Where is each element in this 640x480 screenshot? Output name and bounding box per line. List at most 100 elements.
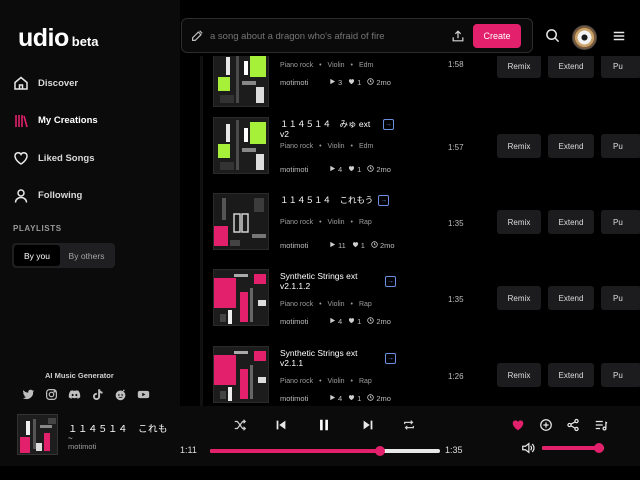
open-arrow-icon[interactable]: → <box>385 276 396 287</box>
play-count: 4 <box>329 165 342 174</box>
clock-icon <box>371 241 378 250</box>
song-title[interactable]: １１４５１４ みゅ ext v2 <box>280 119 380 139</box>
song-tag[interactable]: Piano rock <box>280 143 313 150</box>
publish-button[interactable]: Pu <box>601 210 640 234</box>
volume-fill <box>542 446 600 450</box>
song-artwork[interactable] <box>213 117 269 174</box>
remix-button[interactable]: Remix <box>497 286 541 310</box>
song-tag[interactable]: Piano rock <box>280 378 313 385</box>
publish-button[interactable]: Pu <box>601 286 640 310</box>
open-arrow-icon[interactable]: → <box>378 195 390 206</box>
song-author[interactable]: motimoti <box>280 394 325 403</box>
udio-logo[interactable]: udio beta <box>18 24 99 53</box>
song-author[interactable]: motimoti <box>280 165 325 174</box>
extend-button[interactable]: Extend <box>548 286 594 310</box>
remix-button[interactable]: Remix <box>497 210 541 234</box>
song-artwork[interactable] <box>213 346 269 403</box>
now-playing-title[interactable]: １１４５１４ これも <box>68 421 168 435</box>
playlists-by-others-tab[interactable]: By others <box>60 245 113 266</box>
song-tag[interactable]: Piano rock <box>280 219 313 226</box>
next-button[interactable] <box>361 418 375 432</box>
plus-circle-icon <box>540 419 552 431</box>
repeat-button[interactable] <box>402 418 416 432</box>
volume-handle[interactable] <box>594 443 605 453</box>
song-row[interactable]: Piano rock • Violin • Edm motimoti 3 1 2mo 1:58 Re… <box>213 56 640 110</box>
song-tag[interactable]: Edm <box>359 143 373 150</box>
sidebar-item-following[interactable]: Following <box>13 185 173 207</box>
twitter-icon[interactable] <box>22 388 35 401</box>
extend-button[interactable]: Extend <box>548 363 594 387</box>
progress-fill <box>210 449 381 453</box>
tiktok-icon[interactable] <box>91 388 104 401</box>
song-tag[interactable]: Piano rock <box>280 301 313 308</box>
add-to-playlist-button[interactable] <box>539 418 553 432</box>
song-row[interactable]: １１４５１４ これもう → Piano rock • Violin • Rap motimot… <box>213 193 640 253</box>
hamburger-menu-icon[interactable] <box>612 29 626 43</box>
like-count: 1 <box>348 317 361 326</box>
like-count: 1 <box>348 165 361 174</box>
previous-button[interactable] <box>274 418 288 432</box>
reddit-icon[interactable] <box>114 388 127 401</box>
prompt-input[interactable] <box>210 27 450 45</box>
song-tags: Piano rock • Violin • Rap <box>280 378 372 385</box>
remix-button[interactable]: Remix <box>497 134 541 158</box>
extend-button[interactable]: Extend <box>548 134 594 158</box>
like-button[interactable] <box>511 418 525 432</box>
open-arrow-icon[interactable]: → <box>385 353 396 364</box>
song-row[interactable]: １１４５１４ みゅ ext v2 → Piano rock • Violin • Edm mo… <box>213 117 640 177</box>
song-row[interactable]: Synthetic Strings ext v2.1.1.2 → Piano roc… <box>213 269 640 329</box>
song-title[interactable]: １１４５１４ これもう <box>280 195 380 205</box>
volume-slider[interactable] <box>542 443 605 453</box>
share-button[interactable] <box>566 418 580 432</box>
sidebar: udio beta Discover My Creations Liked So… <box>0 0 180 406</box>
sidebar-item-liked-songs[interactable]: Liked Songs <box>13 147 173 169</box>
like-count-value: 1 <box>357 78 362 87</box>
avatar[interactable] <box>572 25 597 50</box>
discord-icon[interactable] <box>68 388 81 401</box>
volume-icon[interactable] <box>521 441 535 455</box>
publish-button[interactable]: Pu <box>601 363 640 387</box>
instagram-icon[interactable] <box>45 388 58 401</box>
song-tag[interactable]: Rap <box>359 219 372 226</box>
song-tag[interactable]: Rap <box>359 301 372 308</box>
song-artwork[interactable] <box>213 193 269 250</box>
create-button[interactable]: Create <box>473 24 521 48</box>
search-icon[interactable] <box>545 28 560 43</box>
now-playing-artist[interactable]: motimoti <box>68 442 96 451</box>
song-tag[interactable]: Violin <box>328 378 345 385</box>
playlists-by-you-tab[interactable]: By you <box>14 245 60 266</box>
extend-button[interactable]: Extend <box>548 210 594 234</box>
song-tag[interactable]: Violin <box>328 143 345 150</box>
publish-button[interactable]: Pu <box>601 134 640 158</box>
now-playing-artwork[interactable] <box>17 414 58 455</box>
song-tag[interactable]: Violin <box>328 62 345 69</box>
remix-button[interactable]: Remix <box>497 363 541 387</box>
upload-icon[interactable] <box>451 29 465 43</box>
sidebar-item-label: My Creations <box>38 115 98 126</box>
sidebar-item-discover[interactable]: Discover <box>13 72 173 94</box>
song-author[interactable]: motimoti <box>280 78 325 87</box>
youtube-icon[interactable] <box>137 388 150 401</box>
remix-button[interactable]: Remix <box>497 56 541 78</box>
shuffle-button[interactable] <box>233 418 247 432</box>
song-row[interactable]: Synthetic Strings ext v2.1.1 → Piano rock •… <box>213 346 640 406</box>
song-tag[interactable]: Rap <box>359 378 372 385</box>
song-artwork[interactable] <box>213 269 269 326</box>
song-tag[interactable]: Violin <box>328 219 345 226</box>
sidebar-item-my-creations[interactable]: My Creations <box>13 110 173 132</box>
queue-button[interactable] <box>594 418 608 432</box>
open-arrow-icon[interactable]: → <box>383 119 394 130</box>
song-artwork[interactable] <box>213 56 269 107</box>
song-author[interactable]: motimoti <box>280 317 325 326</box>
song-tag[interactable]: Violin <box>328 301 345 308</box>
song-author[interactable]: motimoti <box>280 241 325 250</box>
progress-bar[interactable] <box>210 446 440 456</box>
song-title[interactable]: Synthetic Strings ext v2.1.1 <box>280 348 380 368</box>
song-title[interactable]: Synthetic Strings ext v2.1.1.2 <box>280 271 380 291</box>
progress-handle[interactable] <box>375 446 386 456</box>
pause-button[interactable] <box>317 418 331 432</box>
song-tag[interactable]: Piano rock <box>280 62 313 69</box>
publish-button[interactable]: Pu <box>601 56 640 78</box>
song-tag[interactable]: Edm <box>359 62 373 69</box>
extend-button[interactable]: Extend <box>548 56 594 78</box>
